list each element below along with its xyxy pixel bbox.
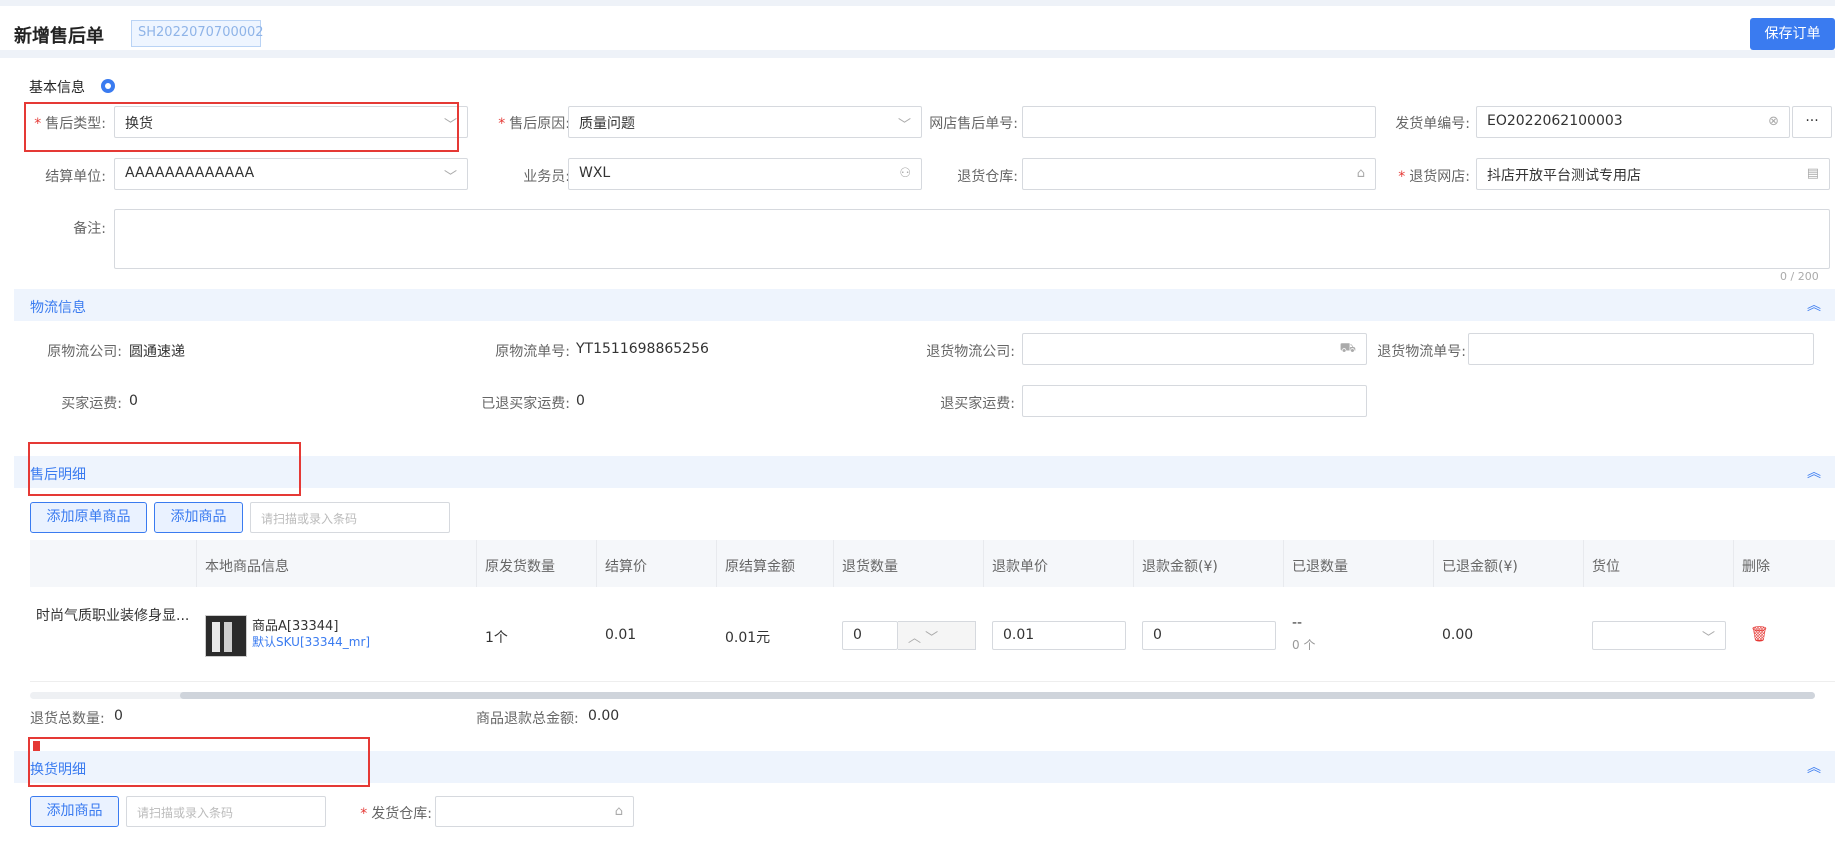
refund-freight-input[interactable] bbox=[1022, 385, 1367, 417]
clear-icon[interactable]: ⊗ bbox=[1768, 114, 1779, 129]
orig-company-value: 圆通速递 bbox=[129, 344, 185, 360]
logistics-band: 物流信息 ︽ bbox=[14, 289, 1835, 321]
aftersale-reason-select[interactable]: 质量问题 ﹀ bbox=[568, 106, 922, 138]
add-goods-button[interactable]: 添加商品 bbox=[154, 502, 243, 533]
total-refund-label: 商品退款总金额: bbox=[476, 711, 579, 727]
settle-unit-select[interactable]: AAAAAAAAAAAAA ﹀ bbox=[114, 158, 468, 190]
save-order-button[interactable]: 保存订单 bbox=[1750, 18, 1835, 50]
return-warehouse-input[interactable]: ⌂ bbox=[1022, 158, 1376, 190]
highlight-box-aftersale bbox=[28, 442, 301, 496]
refund-freight-label: 退买家运费: bbox=[940, 396, 1015, 412]
salesman-label: 业务员: bbox=[523, 169, 570, 185]
col-header: 删除 bbox=[1742, 559, 1770, 575]
salesman-input[interactable]: WXL ⚇ bbox=[568, 158, 922, 190]
buyer-freight-value: 0 bbox=[129, 393, 138, 409]
return-warehouse-label: 退货仓库: bbox=[957, 169, 1018, 185]
refund-price-input[interactable]: 0.01 bbox=[992, 621, 1126, 650]
col-header: 原结算金额 bbox=[725, 559, 795, 575]
shop-aftersale-no-label: 网店售后单号: bbox=[929, 116, 1018, 132]
return-shop-input[interactable]: 抖店开放平台测试专用店 ▤ bbox=[1476, 158, 1830, 190]
return-qty-stepper[interactable]: ︿ ﹀ bbox=[898, 621, 976, 650]
returned-amount: 0.00 bbox=[1442, 627, 1474, 643]
table-row: 时尚气质职业装修身显... 商品A[33344] 默认SKU[33344_mr]… bbox=[30, 587, 1835, 682]
barcode-scan-input[interactable]: 请扫描或录入条码 bbox=[250, 502, 450, 533]
highlight-box-type bbox=[24, 102, 459, 152]
total-qty-label: 退货总数量: bbox=[30, 711, 105, 727]
trash-icon[interactable]: 🗑 bbox=[1750, 625, 1769, 643]
orig-tracking-label: 原物流单号: bbox=[495, 344, 570, 360]
ship-warehouse-input[interactable]: ⌂ bbox=[435, 796, 634, 827]
refunded-freight-label: 已退买家运费: bbox=[481, 396, 570, 412]
location-select[interactable]: ﹀ bbox=[1592, 621, 1726, 650]
total-qty-value: 0 bbox=[114, 708, 123, 724]
col-header: 退款金额(¥) bbox=[1142, 559, 1218, 575]
orig-company-label: 原物流公司: bbox=[47, 344, 122, 360]
return-shop-label: * 退货网店: bbox=[1398, 169, 1470, 185]
aftersale-create-page: 新增售后单 SH2022070700002 保存订单 基本信息 * 售后类型: 换… bbox=[0, 0, 1835, 843]
page-title: 新增售后单 bbox=[14, 26, 104, 47]
returned-qty: -- bbox=[1292, 615, 1303, 631]
settle-unit-label: 结算单位: bbox=[45, 169, 106, 185]
col-header: 退货数量 bbox=[842, 559, 898, 575]
col-header: 已退数量 bbox=[1292, 559, 1348, 575]
chevron-up-icon[interactable]: ︽ bbox=[1807, 462, 1821, 482]
exchange-barcode-input[interactable]: 请扫描或录入条码 bbox=[126, 796, 326, 827]
basic-info-title: 基本信息 bbox=[29, 80, 85, 96]
col-header: 结算价 bbox=[605, 559, 647, 575]
refund-amount-input[interactable]: 0 bbox=[1142, 621, 1276, 650]
total-refund-value: 0.00 bbox=[588, 708, 620, 724]
buyer-freight-label: 买家运费: bbox=[61, 396, 122, 412]
remark-label: 备注: bbox=[73, 221, 106, 237]
order-number-badge: SH2022070700002 bbox=[131, 20, 264, 47]
return-tracking-label: 退货物流单号: bbox=[1377, 344, 1466, 360]
goods-name: 商品A[33344] bbox=[252, 619, 339, 634]
warehouse-icon: ⌂ bbox=[1356, 166, 1365, 181]
orig-amount: 0.01元 bbox=[725, 630, 771, 646]
return-tracking-input[interactable] bbox=[1468, 333, 1814, 365]
settle-price: 0.01 bbox=[605, 627, 637, 643]
remark-textarea[interactable] bbox=[114, 209, 1830, 269]
return-qty-input[interactable]: 0 bbox=[842, 621, 898, 650]
col-header: 货位 bbox=[1592, 559, 1620, 575]
aftersale-table: 本地商品信息 原发货数量 结算价 原结算金额 退货数量 退款单价 退款金额(¥)… bbox=[30, 540, 1835, 682]
goods-sku[interactable]: 默认SKU[33344_mr] bbox=[252, 633, 370, 650]
chevron-up-icon[interactable]: ︽ bbox=[1807, 295, 1821, 315]
col-header: 本地商品信息 bbox=[205, 559, 289, 575]
table-header: 本地商品信息 原发货数量 结算价 原结算金额 退货数量 退款单价 退款金额(¥)… bbox=[30, 540, 1835, 587]
exchange-add-goods-button[interactable]: 添加商品 bbox=[30, 796, 119, 827]
chevron-up-icon[interactable]: ︽ bbox=[1807, 757, 1821, 777]
delivery-no-label: 发货单编号: bbox=[1395, 116, 1470, 132]
goods-thumbnail bbox=[205, 615, 247, 657]
more-button[interactable]: ··· bbox=[1792, 106, 1832, 138]
remark-counter: 0 / 200 bbox=[1780, 270, 1819, 283]
returned-qty-unit: 0 个 bbox=[1292, 638, 1316, 652]
ship-warehouse-label: * 发货仓库: bbox=[360, 806, 432, 822]
col-header: 已退金额(¥) bbox=[1442, 559, 1518, 575]
orig-tracking-value: YT1511698865256 bbox=[576, 341, 709, 357]
warehouse-icon: ⌂ bbox=[614, 804, 623, 819]
shop-icon: ▤ bbox=[1806, 166, 1819, 181]
return-company-label: 退货物流公司: bbox=[926, 344, 1015, 360]
shop-aftersale-no-input[interactable] bbox=[1022, 106, 1376, 138]
return-company-input[interactable]: ⛟ bbox=[1022, 333, 1367, 365]
chevron-down-icon: ﹀ bbox=[443, 170, 457, 185]
add-orig-goods-button[interactable]: 添加原单商品 bbox=[30, 502, 147, 533]
header-gap bbox=[0, 50, 1835, 58]
col-header: 退款单价 bbox=[992, 559, 1048, 575]
col-header: 原发货数量 bbox=[485, 559, 555, 575]
refunded-freight-value: 0 bbox=[576, 393, 585, 409]
aftersale-reason-label: * 售后原因: bbox=[498, 116, 570, 132]
gear-icon[interactable] bbox=[101, 79, 115, 93]
chevron-down-icon: ﹀ bbox=[897, 118, 911, 133]
user-icon: ⚇ bbox=[899, 166, 911, 181]
highlight-box-exchange bbox=[28, 737, 370, 787]
page-header: 新增售后单 SH2022070700002 保存订单 bbox=[0, 6, 1835, 50]
orig-qty: 1个 bbox=[485, 630, 508, 646]
delivery-no-input[interactable]: EO2022062100003 ⊗ bbox=[1476, 106, 1790, 138]
truck-icon: ⛟ bbox=[1339, 341, 1356, 356]
platform-goods-name: 时尚气质职业装修身显... bbox=[36, 608, 190, 624]
chevron-down-icon: ﹀ bbox=[1701, 631, 1715, 646]
table-scrollbar[interactable] bbox=[180, 692, 1815, 699]
logistics-title: 物流信息 bbox=[30, 300, 86, 316]
